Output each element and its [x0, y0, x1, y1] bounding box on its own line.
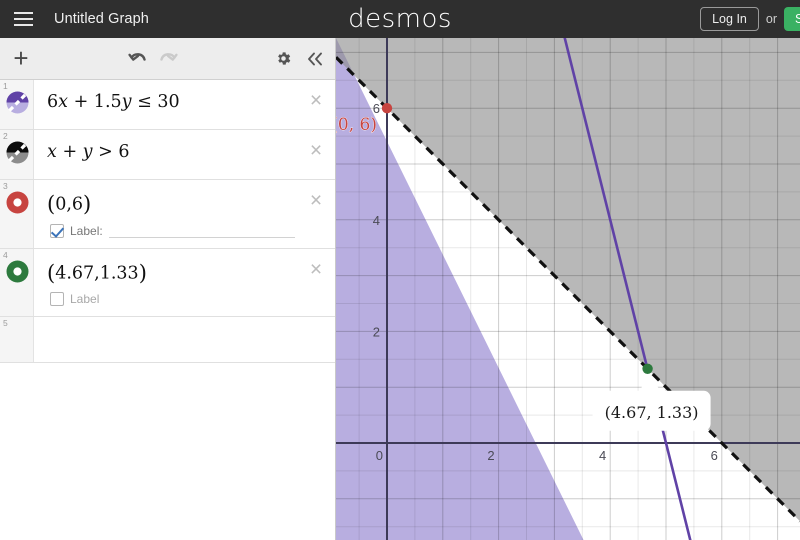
expression-body[interactable]: 6x + 1.5y ≤ 30 ×: [34, 80, 335, 129]
hamburger-bar: [13, 18, 33, 20]
expression-row[interactable]: 1 6x + 1.5y ≤ 30 ×: [0, 80, 335, 130]
hamburger-bar: [13, 12, 33, 14]
graph-title[interactable]: Untitled Graph: [54, 11, 149, 27]
svg-text:6: 6: [711, 448, 718, 463]
expression-index-cell: 4: [0, 249, 34, 317]
expression-index: 4: [3, 250, 8, 261]
undo-arrow-icon[interactable]: [120, 38, 154, 80]
expression-index: 1: [3, 81, 8, 91]
expression-index-cell: 1: [0, 80, 34, 129]
expression-index-cell: 5: [0, 317, 34, 363]
svg-text:4: 4: [373, 213, 380, 228]
gear-icon[interactable]: [268, 38, 298, 80]
point-swatch-icon[interactable]: [6, 191, 29, 214]
expression-body[interactable]: x + y > 6 ×: [34, 130, 335, 179]
double-chevron-left-icon[interactable]: [300, 38, 330, 80]
label-checkbox[interactable]: [50, 223, 64, 238]
label-option-row: Label:: [47, 217, 301, 248]
expression-index-cell: 2: [0, 130, 34, 179]
svg-text:0: 0: [376, 448, 383, 463]
signup-button[interactable]: Sign Up: [784, 7, 800, 31]
expression-row[interactable]: 4 (4.67,1.33) × Label: [0, 249, 335, 318]
expression-body[interactable]: (4.67,1.33) × Label: [34, 249, 335, 316]
svg-text:2: 2: [373, 324, 380, 339]
graph-plot: 0246246(0, 6)(4.67, 1.33): [336, 38, 800, 540]
expression-index: 3: [3, 181, 8, 191]
expression-index-cell: 3: [0, 180, 34, 249]
app-header: Untitled Graph desmos Log In or Sign Up: [0, 0, 800, 38]
svg-text:(4.67, 1.33): (4.67, 1.33): [605, 403, 699, 422]
remove-expression-button[interactable]: ×: [306, 190, 326, 211]
add-expression-button[interactable]: +: [0, 38, 42, 80]
login-button[interactable]: Log In: [700, 7, 759, 31]
graph-canvas[interactable]: 0246246(0, 6)(4.67, 1.33): [336, 38, 800, 540]
expression-math: (4.67,1.33): [47, 261, 147, 286]
expression-body[interactable]: [34, 317, 335, 363]
svg-text:(0, 6): (0, 6): [336, 115, 377, 135]
remove-expression-button[interactable]: ×: [306, 140, 326, 161]
header-actions: Log In or Sign Up: [700, 0, 800, 38]
or-label: or: [765, 12, 777, 26]
inequality-swatch-icon[interactable]: [6, 141, 29, 164]
label-checkbox[interactable]: [50, 292, 64, 307]
expression-math: 6x + 1.5y ≤ 30: [47, 92, 180, 112]
label-option-row: Label: [47, 286, 301, 316]
point-swatch-icon[interactable]: [6, 260, 29, 283]
remove-expression-button[interactable]: ×: [306, 259, 326, 280]
label-checkbox-text: Label:: [70, 223, 103, 238]
svg-text:2: 2: [487, 448, 494, 463]
expression-index: 5: [3, 318, 8, 329]
expression-row[interactable]: 2 x + y > 6 ×: [0, 130, 335, 180]
inequality-swatch-icon[interactable]: [6, 91, 29, 114]
hamburger-icon[interactable]: [4, 0, 42, 38]
expression-math: x + y > 6: [47, 142, 130, 162]
expression-list: 1 6x + 1.5y ≤ 30 × 2 x + y > 6 × 3 (0,6)…: [0, 80, 335, 540]
redo-arrow-icon[interactable]: [152, 38, 186, 80]
remove-expression-button[interactable]: ×: [306, 90, 326, 111]
svg-text:6: 6: [373, 101, 380, 116]
expression-row[interactable]: 3 (0,6) × Label:: [0, 180, 335, 250]
label-text-input[interactable]: [108, 223, 295, 239]
svg-text:4: 4: [599, 448, 606, 463]
expression-toolbar: +: [0, 38, 335, 80]
expression-body[interactable]: (0,6) × Label:: [34, 180, 335, 248]
expression-panel: + 1 6x + 1.5y ≤ 30 × 2 x + y > 6 × 3 (0,…: [0, 38, 336, 540]
expression-row-empty[interactable]: 5: [0, 317, 335, 364]
expression-math: (0,6): [47, 192, 92, 216]
label-checkbox-text: Label: [70, 292, 100, 307]
desmos-logo-text: desmos: [348, 4, 452, 34]
hamburger-bar: [13, 24, 33, 26]
expression-index: 2: [3, 131, 8, 141]
